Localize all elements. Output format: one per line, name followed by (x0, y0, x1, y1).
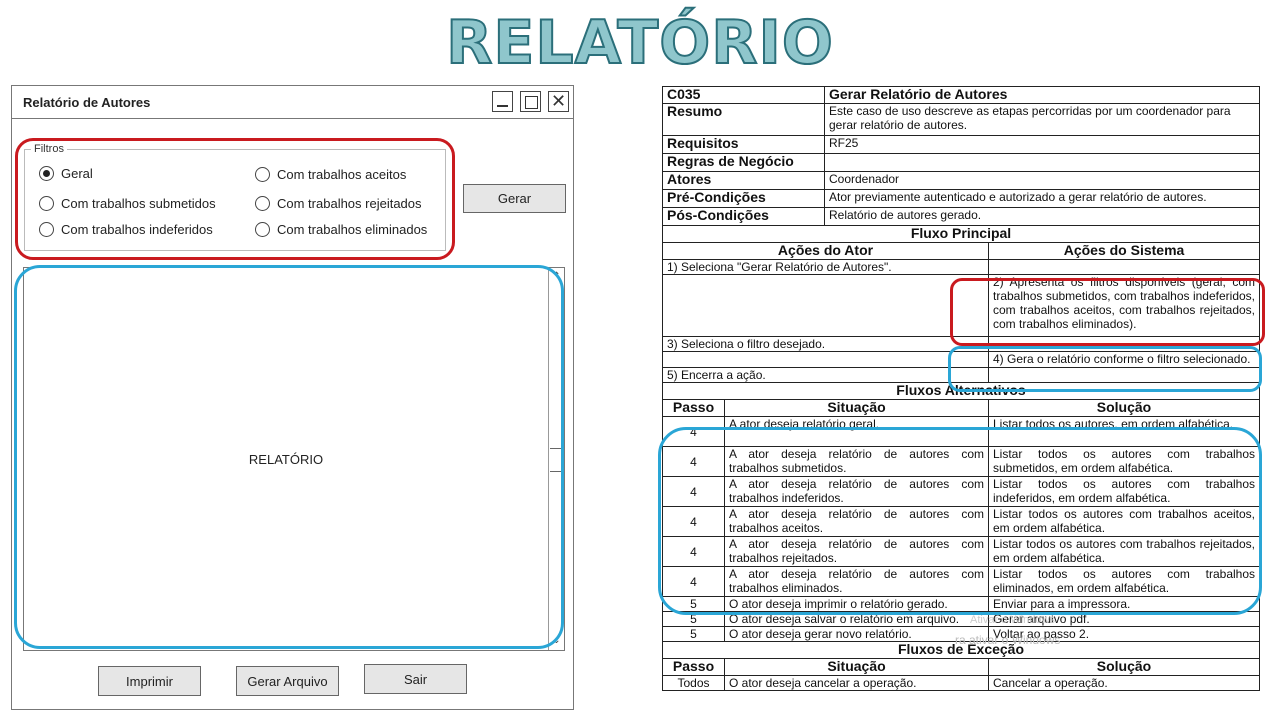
windows-watermark: ra ativar o Windows (955, 633, 1061, 647)
row-value: RF25 (823, 135, 1261, 154)
filters-highlight (15, 138, 455, 260)
page-title: RELATÓRIO (445, 7, 834, 79)
step-3: 3) Seleciona o filtro desejado. (662, 336, 989, 352)
exc-solution: Cancelar a operação. (987, 675, 1261, 691)
minimize-icon[interactable] (492, 91, 513, 112)
col-solution: Solução (987, 399, 1261, 417)
row-key: Resumo (662, 103, 825, 136)
row-value: Ator previamente autenticado e autorizad… (823, 189, 1261, 208)
usecase-name: Gerar Relatório de Autores (823, 86, 1261, 104)
col-step: Passo (662, 399, 725, 417)
step-1: 1) Seleciona "Gerar Relatório de Autores… (662, 259, 989, 275)
alt-situation: O ator deseja gerar novo relatório. (724, 626, 989, 642)
generate-button[interactable]: Gerar (463, 184, 566, 213)
window-titlebar: Relatório de Autores ✕ (12, 86, 573, 119)
close-icon[interactable]: ✕ (548, 91, 569, 112)
alt-step: 5 (662, 626, 725, 642)
row-key: Atores (662, 171, 825, 190)
row-value: Relatório de autores gerado. (823, 207, 1261, 226)
col-step: Passo (662, 658, 725, 676)
report-window: Relatório de Autores ✕ Filtros Geral Com… (11, 85, 574, 710)
row-value (823, 153, 1261, 172)
row-value: Este caso de uso descreve as etapas perc… (823, 103, 1261, 136)
report-highlight (14, 265, 564, 649)
step2-highlight (950, 278, 1265, 346)
main-flow-title: Fluxo Principal (661, 225, 1261, 243)
window-title: Relatório de Autores (23, 95, 151, 110)
system-actions-title: Ações do Sistema (987, 242, 1261, 260)
usecase-code: C035 (662, 86, 825, 104)
row-value: Coordenador (823, 171, 1261, 190)
step-5: 5) Encerra a ação. (662, 367, 989, 383)
col-solution: Solução (987, 658, 1261, 676)
alt-rows-highlight (658, 427, 1262, 615)
actor-actions-title: Ações do Ator (662, 242, 989, 260)
windows-watermark-top: Ativar o Windows (970, 614, 1055, 626)
col-situation: Situação (724, 658, 989, 676)
col-situation: Situação (724, 399, 989, 417)
maximize-icon[interactable] (520, 91, 541, 112)
exc-step: Todos (662, 675, 725, 691)
print-button[interactable]: Imprimir (98, 666, 201, 696)
row-key: Regras de Negócio (662, 153, 825, 172)
exc-situation: O ator deseja cancelar a operação. (724, 675, 989, 691)
step4-highlight (948, 346, 1262, 392)
row-key: Requisitos (662, 135, 825, 154)
generate-file-button[interactable]: Gerar Arquivo (236, 666, 339, 696)
exit-button[interactable]: Sair (364, 664, 467, 694)
row-key: Pós-Condições (662, 207, 825, 226)
row-key: Pré-Condições (662, 189, 825, 208)
